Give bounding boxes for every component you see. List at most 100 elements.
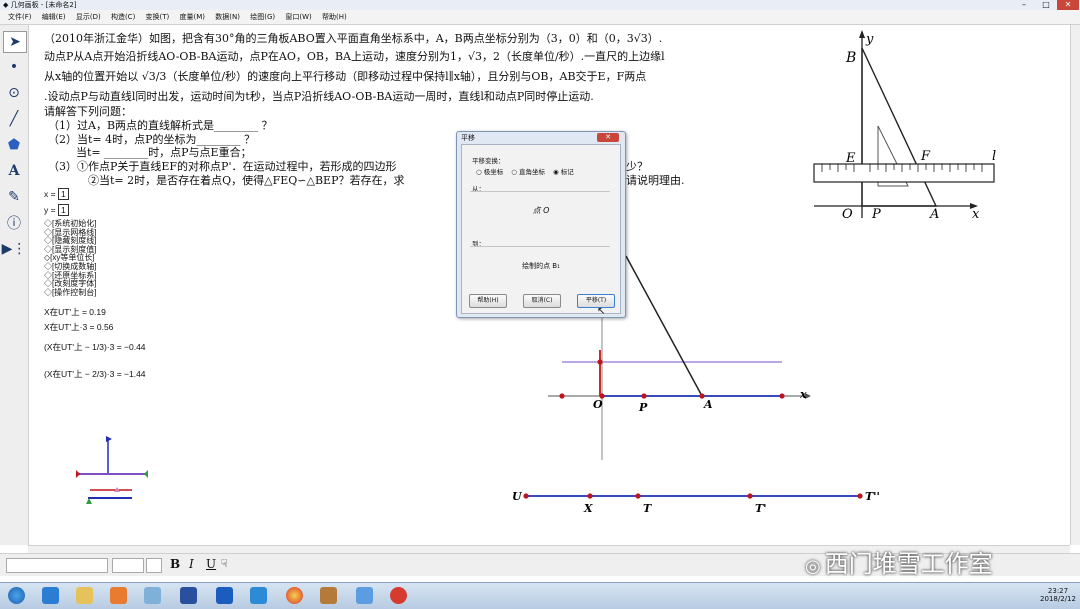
taskbar-recorder-icon[interactable] bbox=[390, 587, 407, 604]
figure-label-y: y bbox=[865, 32, 874, 47]
sketch-label-O: O bbox=[593, 398, 603, 411]
dialog-from-value: 点 O bbox=[532, 206, 550, 215]
font-size-select[interactable] bbox=[112, 558, 144, 573]
slider-label-T1: T' bbox=[755, 502, 767, 515]
param-y-value[interactable]: 1 bbox=[57, 204, 69, 216]
italic-button[interactable]: I bbox=[189, 557, 194, 571]
sketch-label-x: x bbox=[799, 388, 807, 401]
taskbar-word-icon[interactable] bbox=[180, 587, 197, 604]
slider-point-T2[interactable] bbox=[857, 493, 863, 499]
option-polar[interactable]: ○ 极坐标 bbox=[476, 166, 503, 176]
taskbar-chrome-icon[interactable] bbox=[286, 587, 303, 604]
figure-label-x: x bbox=[972, 207, 980, 222]
dialog-body: 平移变换： ○ 极坐标 ○ 直角坐标 ◉ 标记 从： 点 O 到： 绘制的点 B… bbox=[461, 144, 621, 314]
menu-number[interactable]: 数据(N) bbox=[215, 13, 240, 21]
slider-point-T1[interactable] bbox=[747, 493, 753, 499]
maximize-button[interactable]: □ bbox=[1035, 0, 1057, 10]
vertical-scrollbar[interactable] bbox=[1070, 25, 1080, 545]
watermark: ◎ 西门堆雪工作室 bbox=[805, 550, 993, 578]
taskbar-media-icon[interactable] bbox=[110, 587, 127, 604]
slider-widget[interactable] bbox=[70, 432, 160, 512]
arrow-select-tool-icon[interactable]: ➤ bbox=[3, 31, 27, 53]
param-x-value[interactable]: 1 bbox=[57, 188, 69, 200]
option-rectangular[interactable]: ○ 直角坐标 bbox=[511, 166, 545, 176]
underline-button[interactable]: U bbox=[206, 557, 216, 571]
close-button[interactable]: ✕ bbox=[1057, 0, 1079, 10]
menu-transform[interactable]: 变换(T) bbox=[146, 13, 170, 21]
menu-window[interactable]: 窗口(W) bbox=[285, 13, 311, 21]
sketch-point[interactable] bbox=[559, 393, 565, 399]
segment-BA[interactable] bbox=[625, 255, 703, 397]
dialog-close-button[interactable]: ✕ bbox=[597, 133, 619, 142]
compass-tool-icon[interactable]: ⊙ bbox=[3, 83, 25, 103]
slider-flag-icon[interactable] bbox=[106, 436, 112, 442]
slider-label-U: U bbox=[512, 490, 523, 503]
figure-label-l: l bbox=[992, 149, 996, 164]
taskbar-word2-icon[interactable] bbox=[216, 587, 233, 604]
text-tool-icon[interactable]: A bbox=[3, 161, 25, 181]
marker-tool-icon[interactable]: ✎ bbox=[3, 187, 25, 207]
problem-line-4: .设动点P与动直线l同时出发，运动时间为t秒，当点P沿折线AO-OB-BA运动一… bbox=[44, 90, 594, 103]
dialog-options: ○ 极坐标 ○ 直角坐标 ◉ 标记 bbox=[476, 166, 574, 176]
figure-label-B: B bbox=[845, 50, 856, 66]
problem-line-2: 动点P从A点开始沿折线AO-OB-BA运动，点P在AO，OB，BA上运动，速度分… bbox=[44, 50, 665, 63]
window-title: 几何画板 - [未命名2] bbox=[10, 1, 77, 9]
menu-measure[interactable]: 度量(M) bbox=[180, 13, 206, 21]
cancel-button[interactable]: 取消(C) bbox=[523, 294, 561, 308]
menu-construct[interactable]: 构造(C) bbox=[111, 13, 135, 21]
sketch-label-A: A bbox=[703, 398, 713, 411]
mouse-cursor-icon: ↖ bbox=[597, 306, 606, 317]
font-color-button[interactable] bbox=[146, 558, 162, 573]
figure-label-F: F bbox=[920, 149, 931, 164]
line-tool-icon[interactable]: ╱ bbox=[3, 109, 25, 129]
figure-label-P: P bbox=[871, 207, 881, 222]
point-tool-icon[interactable]: • bbox=[3, 57, 25, 77]
taskbar-explorer-icon[interactable] bbox=[76, 587, 93, 604]
measurement-1[interactable]: X在UT'上 = 0.19 bbox=[44, 306, 106, 318]
minimize-button[interactable]: – bbox=[1013, 0, 1035, 10]
slider-left-handle[interactable] bbox=[76, 470, 80, 478]
dialog-transform-label: 平移变换： bbox=[472, 157, 505, 165]
information-tool-icon[interactable]: ⓘ bbox=[3, 213, 25, 233]
menu-graph[interactable]: 绘图(G) bbox=[250, 13, 275, 21]
param-y: y = 1 bbox=[44, 204, 69, 216]
polygon-tool-icon[interactable]: ⬟ bbox=[3, 135, 25, 155]
font-family-select[interactable] bbox=[6, 558, 108, 573]
menu-display[interactable]: 显示(D) bbox=[76, 13, 101, 21]
start-button-icon[interactable] bbox=[8, 587, 25, 604]
translate-ok-button[interactable]: 平移(T) bbox=[577, 294, 615, 308]
menu-file[interactable]: 文件(F) bbox=[8, 13, 32, 21]
measurement-3[interactable]: (X在UT'上 − 1/3)·3 = −0.44 bbox=[44, 341, 146, 353]
sketch-point-end[interactable] bbox=[779, 393, 785, 399]
slider-point-U[interactable] bbox=[523, 493, 529, 499]
toolbox: ➤ • ⊙ ╱ ⬟ A ✎ ⓘ ▶⋮ bbox=[0, 25, 29, 545]
taskbar-cloud-icon[interactable] bbox=[250, 587, 267, 604]
taskbar-ie2-icon[interactable] bbox=[356, 587, 373, 604]
reference-figure: B y E F l O P A x bbox=[813, 30, 996, 222]
system-clock[interactable]: 23:27 2018/2/12 bbox=[1038, 587, 1078, 603]
measurement-2[interactable]: X在UT'上·3 = 0.56 bbox=[44, 321, 113, 333]
param-x-label: x = bbox=[44, 189, 56, 199]
action-button-console[interactable]: ◇[操作控制台] bbox=[44, 288, 96, 298]
dialog-to-value: 绘制的点 B₁ bbox=[522, 262, 560, 270]
sketch-point-P[interactable] bbox=[641, 393, 647, 399]
option-marked[interactable]: ◉ 标记 bbox=[553, 166, 574, 176]
help-button[interactable]: 帮助(H) bbox=[469, 294, 507, 308]
slider-point-X[interactable] bbox=[587, 493, 593, 499]
measurement-4[interactable]: (X在UT'上 − 2/3)·3 = −1.44 bbox=[44, 368, 146, 380]
taskbar-geometry-icon[interactable] bbox=[144, 587, 161, 604]
taskbar-ie-icon[interactable] bbox=[42, 587, 59, 604]
menu-edit[interactable]: 编辑(E) bbox=[42, 13, 66, 21]
action-buttons: ◇[系统初始化] ◇[显示网格线] ◇[隐藏刻度线] ◇[显示刻度值] ◇[xy… bbox=[44, 219, 96, 298]
slider-right-handle[interactable] bbox=[144, 470, 148, 478]
bold-button[interactable]: B bbox=[170, 557, 180, 571]
math-format-icon[interactable]: ☟ bbox=[221, 557, 228, 570]
taskbar-app-icon[interactable] bbox=[320, 587, 337, 604]
question-3b-end: 请说明理由. bbox=[626, 174, 685, 187]
parameter-slider[interactable]: U X T T' T'' bbox=[508, 485, 888, 515]
custom-tool-icon[interactable]: ▶⋮ bbox=[2, 239, 27, 259]
wechat-logo-icon: ◎ bbox=[805, 556, 821, 577]
menu-help[interactable]: 帮助(H) bbox=[322, 13, 347, 21]
slider-point-T[interactable] bbox=[635, 493, 641, 499]
sketch-point-E[interactable] bbox=[597, 359, 603, 365]
